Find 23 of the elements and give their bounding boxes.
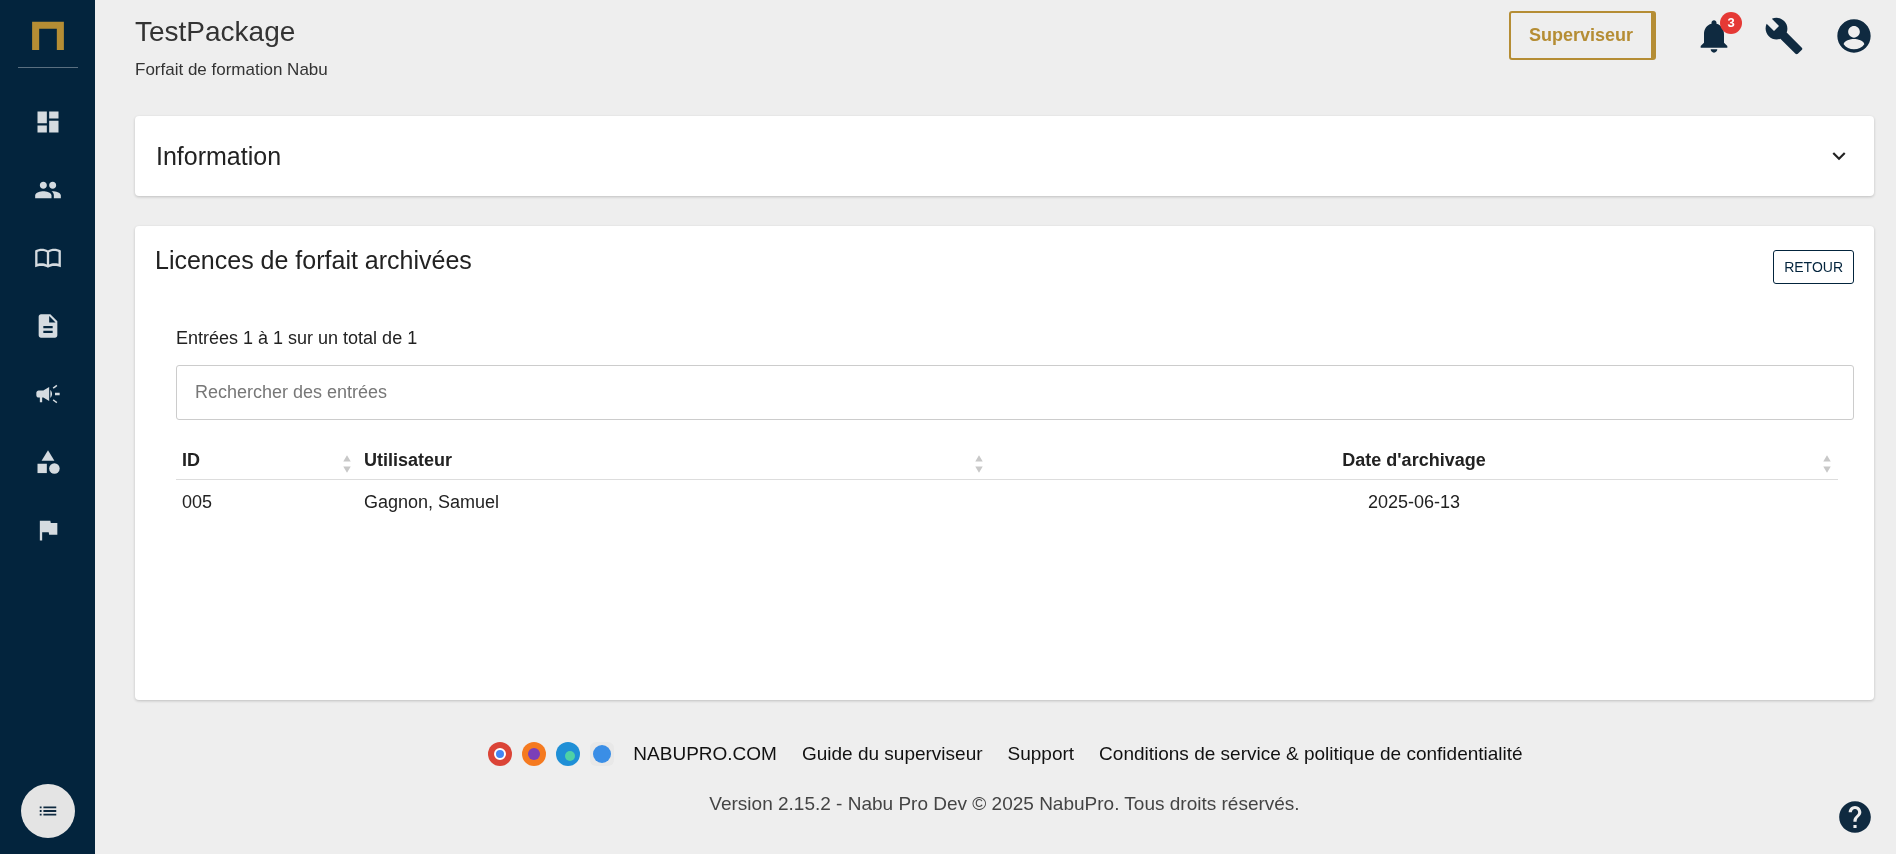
column-header[interactable]: Date d'archivage bbox=[1342, 450, 1486, 470]
logo-icon bbox=[29, 20, 66, 50]
column-header[interactable]: Utilisateur bbox=[364, 450, 453, 470]
footer-link[interactable]: Conditions de service & politique de confidentialité bbox=[1099, 743, 1523, 765]
settings-wrench-icon[interactable] bbox=[1764, 15, 1804, 56]
search-field[interactable]: Rechercher des entrées bbox=[176, 365, 1854, 420]
table-cell: 005 bbox=[182, 492, 213, 512]
help-icon[interactable] bbox=[1836, 798, 1874, 836]
table-cell: Gagnon, Samuel bbox=[364, 492, 500, 512]
page-subtitle: Forfait de formation Nabu bbox=[135, 60, 328, 80]
page-title: TestPackage bbox=[135, 16, 297, 48]
footer-link[interactable]: Guide du superviseur bbox=[801, 743, 983, 765]
footer-link[interactable]: NABUPRO.COM bbox=[633, 743, 777, 765]
notification-count: 3 bbox=[1720, 11, 1742, 34]
back-button[interactable]: RETOUR bbox=[1773, 250, 1854, 284]
panel-title: Information bbox=[156, 141, 282, 171]
copyright-text: Version 2.15.2 - Nabu Pro Dev © 2025 NabuPro. Tous droits réservés. bbox=[709, 793, 1300, 815]
panel-title: Licences de forfait archivées bbox=[155, 246, 472, 275]
footer-link[interactable]: Support bbox=[1007, 743, 1075, 765]
list-button[interactable] bbox=[20, 784, 75, 838]
column-header[interactable]: ID bbox=[182, 450, 200, 470]
entries-count: Entrées 1 à 1 sur un total de 1 bbox=[176, 328, 419, 349]
table-cell: 2025-06-13 bbox=[1367, 492, 1461, 512]
